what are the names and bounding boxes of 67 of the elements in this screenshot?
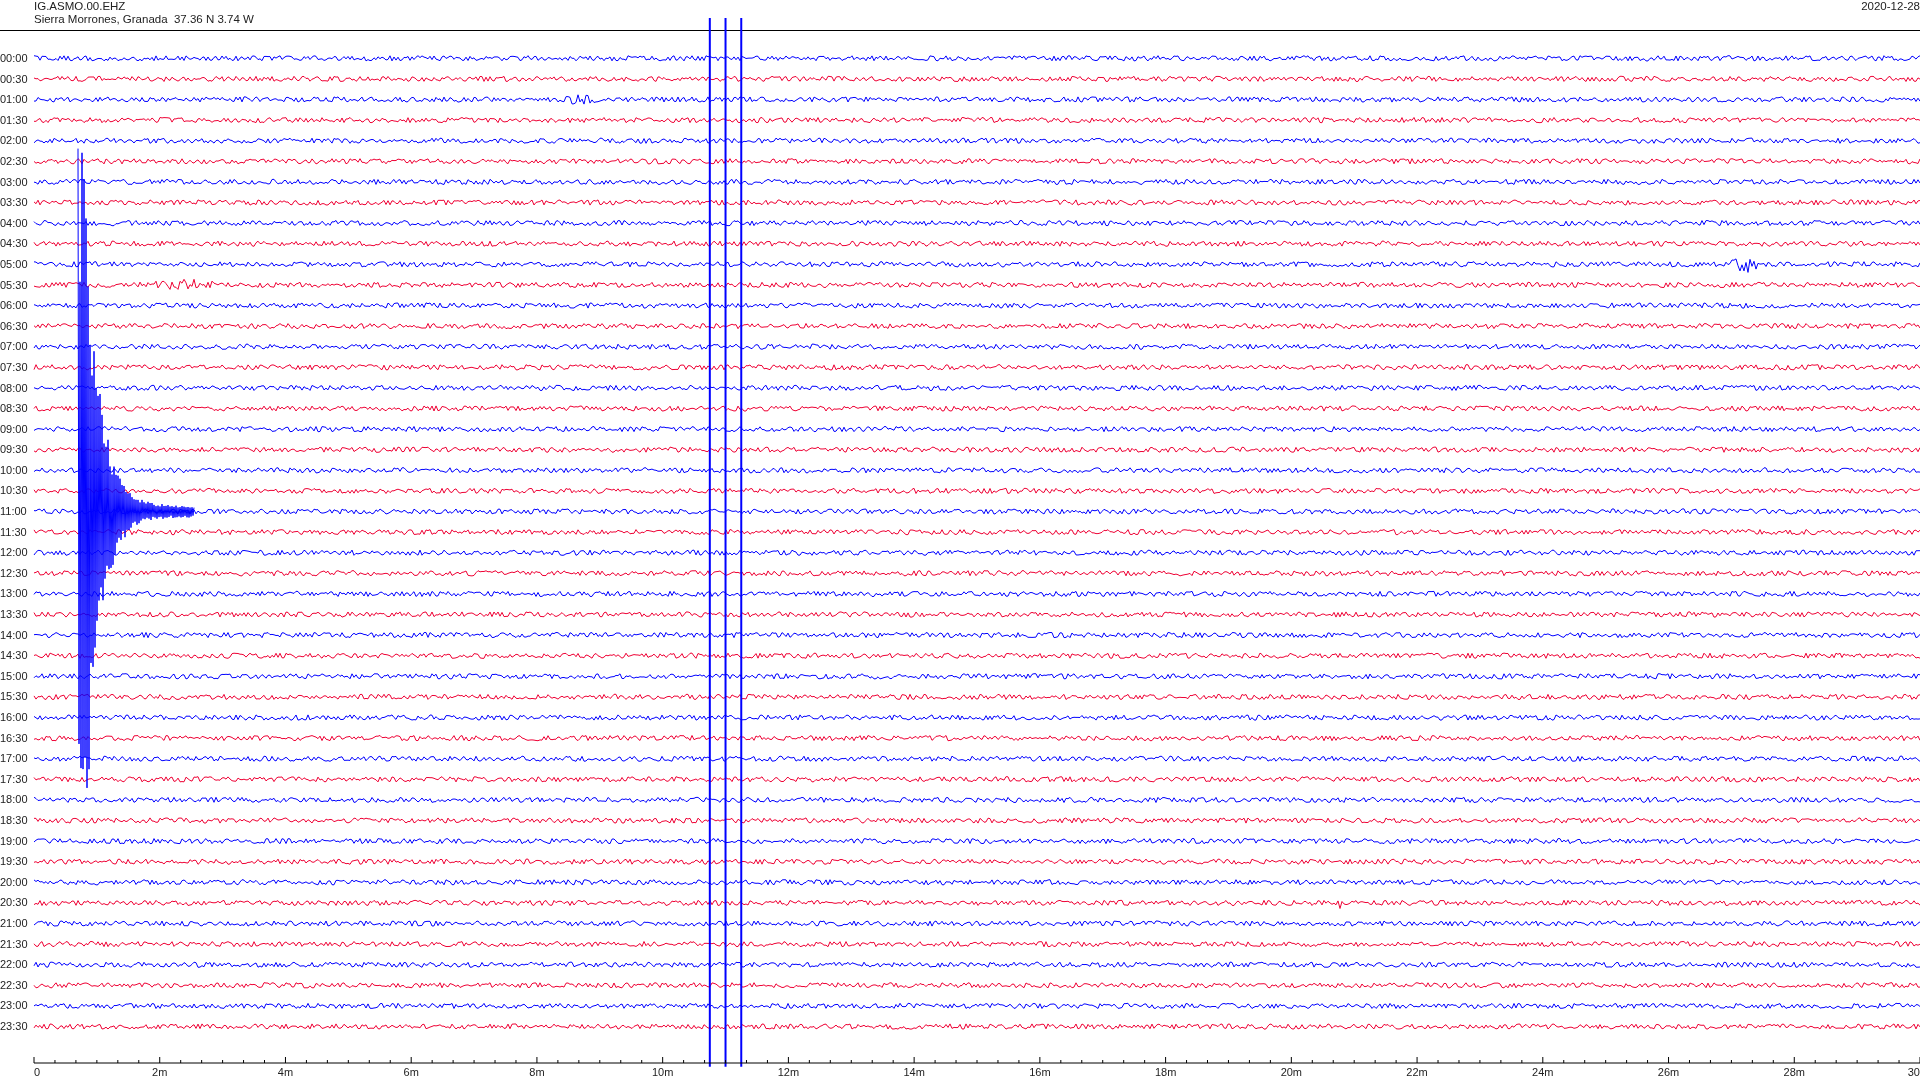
hour-label: 21:00 (0, 915, 29, 931)
hour-label: 16:00 (0, 710, 29, 725)
hour-label: 06:00 (0, 298, 29, 314)
hour-label: 03:30 (0, 195, 29, 211)
hour-label: 00:30 (0, 71, 29, 87)
hour-label: 14:30 (0, 648, 29, 664)
axis-tick-label: 10m (651, 1066, 674, 1078)
hour-label: 16:30 (0, 730, 29, 746)
hour-label: 02:30 (0, 153, 29, 169)
hour-label: 20:00 (0, 874, 29, 890)
hour-label: 12:00 (0, 545, 29, 561)
date-label: 2020-12-28 (1861, 0, 1920, 14)
hour-label: 23:30 (0, 1018, 29, 1034)
hour-label: 19:30 (0, 854, 29, 870)
hour-label: 20:30 (0, 895, 29, 911)
hour-label: 07:00 (0, 339, 29, 355)
hour-label: 17:00 (0, 751, 29, 767)
axis-tick-label: 26m (1657, 1066, 1680, 1078)
hour-label: 09:00 (0, 421, 29, 437)
hour-label: 07:30 (0, 359, 29, 375)
hour-label: 06:30 (0, 318, 29, 334)
hour-label: 03:00 (0, 174, 29, 190)
axis-tick-label: 6m (403, 1066, 419, 1078)
hour-label: 19:00 (0, 833, 29, 849)
hour-label: 18:00 (0, 792, 29, 808)
hour-label: 08:30 (0, 401, 29, 417)
station-location: Sierra Morrones, Granada 37.36 N 3.74 W (34, 13, 254, 26)
station-code: IG.ASMO.00.EHZ (34, 0, 127, 13)
axis-tick-label: 4m (277, 1066, 294, 1078)
hour-label: 21:30 (0, 936, 29, 952)
axis-tick-label: 18m (1154, 1066, 1177, 1078)
hour-label: 11:00 (0, 504, 28, 520)
hour-label: 13:00 (0, 586, 29, 602)
hour-label: 14:00 (0, 627, 29, 643)
hour-label: 00:00 (0, 51, 29, 66)
hour-label: 01:00 (0, 92, 29, 108)
hour-label: 11:30 (0, 524, 28, 540)
hour-label: 09:30 (0, 442, 29, 458)
hour-label: 02:00 (0, 133, 29, 149)
hour-label: 12:30 (0, 565, 29, 581)
axis-tick-label: 30 (1907, 1066, 1920, 1078)
axis-tick-label: 28m (1783, 1066, 1805, 1078)
hour-label: 10:00 (0, 462, 29, 478)
hour-label: 04:00 (0, 215, 29, 231)
hour-label: 18:30 (0, 812, 29, 828)
axis-tick-label: 0 (34, 1066, 41, 1078)
hour-label: 10:30 (0, 483, 29, 499)
hour-label: 05:00 (0, 256, 29, 272)
hour-label: 13:30 (0, 607, 29, 623)
axis-tick-label: 16m (1029, 1066, 1051, 1078)
hour-label: 22:30 (0, 977, 29, 993)
axis-tick-label: 20m (1280, 1066, 1303, 1078)
axis-tick-label: 8m (529, 1066, 545, 1078)
hour-label: 23:00 (0, 998, 29, 1014)
hour-label: 04:30 (0, 236, 29, 252)
axis-tick-label: 22m (1406, 1066, 1428, 1078)
hour-label: 08:00 (0, 380, 29, 396)
hour-label: 01:30 (0, 112, 29, 128)
hour-label: 05:30 (0, 277, 29, 293)
axis-tick-label: 2m (152, 1066, 168, 1078)
axis-tick-label: 12m (777, 1066, 800, 1078)
axis-tick-label: 24m (1532, 1066, 1554, 1078)
hour-label: 22:00 (0, 957, 29, 973)
axis-tick-label: 14m (903, 1066, 925, 1078)
hour-label: 15:00 (0, 668, 29, 684)
hour-label: 17:30 (0, 771, 29, 787)
hour-label: 15:30 (0, 689, 29, 705)
